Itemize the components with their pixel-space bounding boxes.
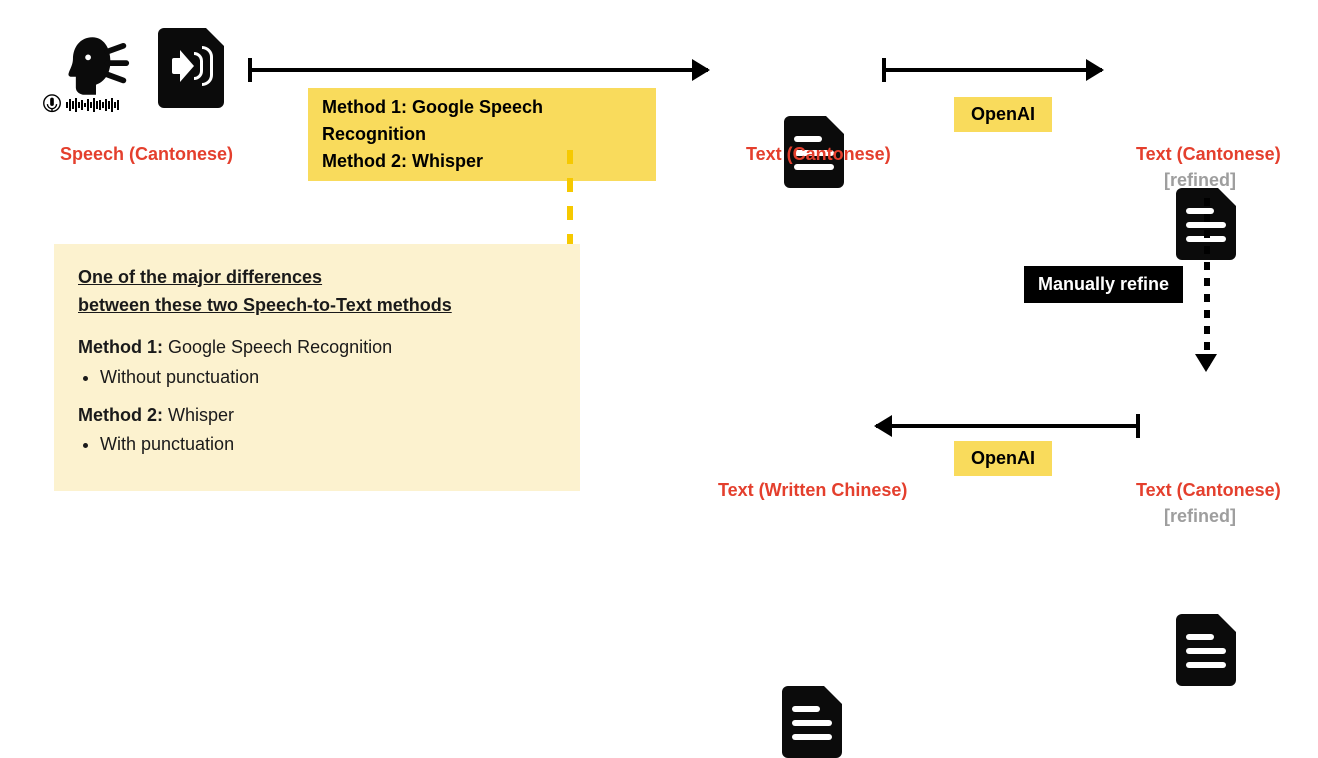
arrow-tail-tick (882, 58, 886, 82)
microphone-waveform-icon (42, 94, 119, 116)
openai-chip-1: OpenAI (954, 97, 1052, 132)
arrow-tail-tick (1136, 414, 1140, 438)
node-label-speech: Speech (Cantonese) (60, 144, 233, 165)
arrow-openai-1 (882, 68, 1102, 72)
node-label-text-cantonese: Text (Cantonese) (746, 144, 891, 165)
info-box-m1-bullet: Without punctuation (100, 364, 556, 392)
arrow-speech-to-text (248, 68, 708, 72)
method1-line: Method 1: Google Speech Recognition (322, 94, 642, 148)
node-label-written-chinese: Text (Written Chinese) (718, 480, 907, 501)
document-icon (1176, 614, 1236, 686)
speaking-head-icon (60, 30, 132, 102)
node-sub-refined-2: [refined] (1164, 506, 1236, 527)
node-label-text-cantonese-refined-2: Text (Cantonese) (1136, 480, 1281, 501)
info-box-method2: Method 2: Whisper With punctuation (78, 402, 556, 460)
node-label-text-cantonese-refined-1: Text (Cantonese) (1136, 144, 1281, 165)
node-sub-refined-1: [refined] (1164, 170, 1236, 191)
info-box-m2-bullet: With punctuation (100, 431, 556, 459)
document-icon (782, 686, 842, 758)
arrow-openai-2 (876, 424, 1138, 428)
waveform-icon (66, 98, 119, 112)
method2-line: Method 2: Whisper (322, 148, 642, 175)
arrow-manual-refine (1204, 198, 1210, 370)
info-box-title: One of the major differences between the… (78, 264, 556, 320)
info-box: One of the major differences between the… (54, 244, 580, 491)
openai-chip-2: OpenAI (954, 441, 1052, 476)
audio-file-icon (158, 28, 224, 108)
info-box-method1: Method 1: Google Speech Recognition With… (78, 334, 556, 392)
diagram-stage: Speech (Cantonese) Method 1: Google Spee… (0, 0, 1318, 564)
microphone-icon (42, 94, 62, 116)
arrow-tail-tick (248, 58, 252, 82)
methods-chip: Method 1: Google Speech Recognition Meth… (308, 88, 656, 181)
manual-refine-chip: Manually refine (1024, 266, 1183, 303)
